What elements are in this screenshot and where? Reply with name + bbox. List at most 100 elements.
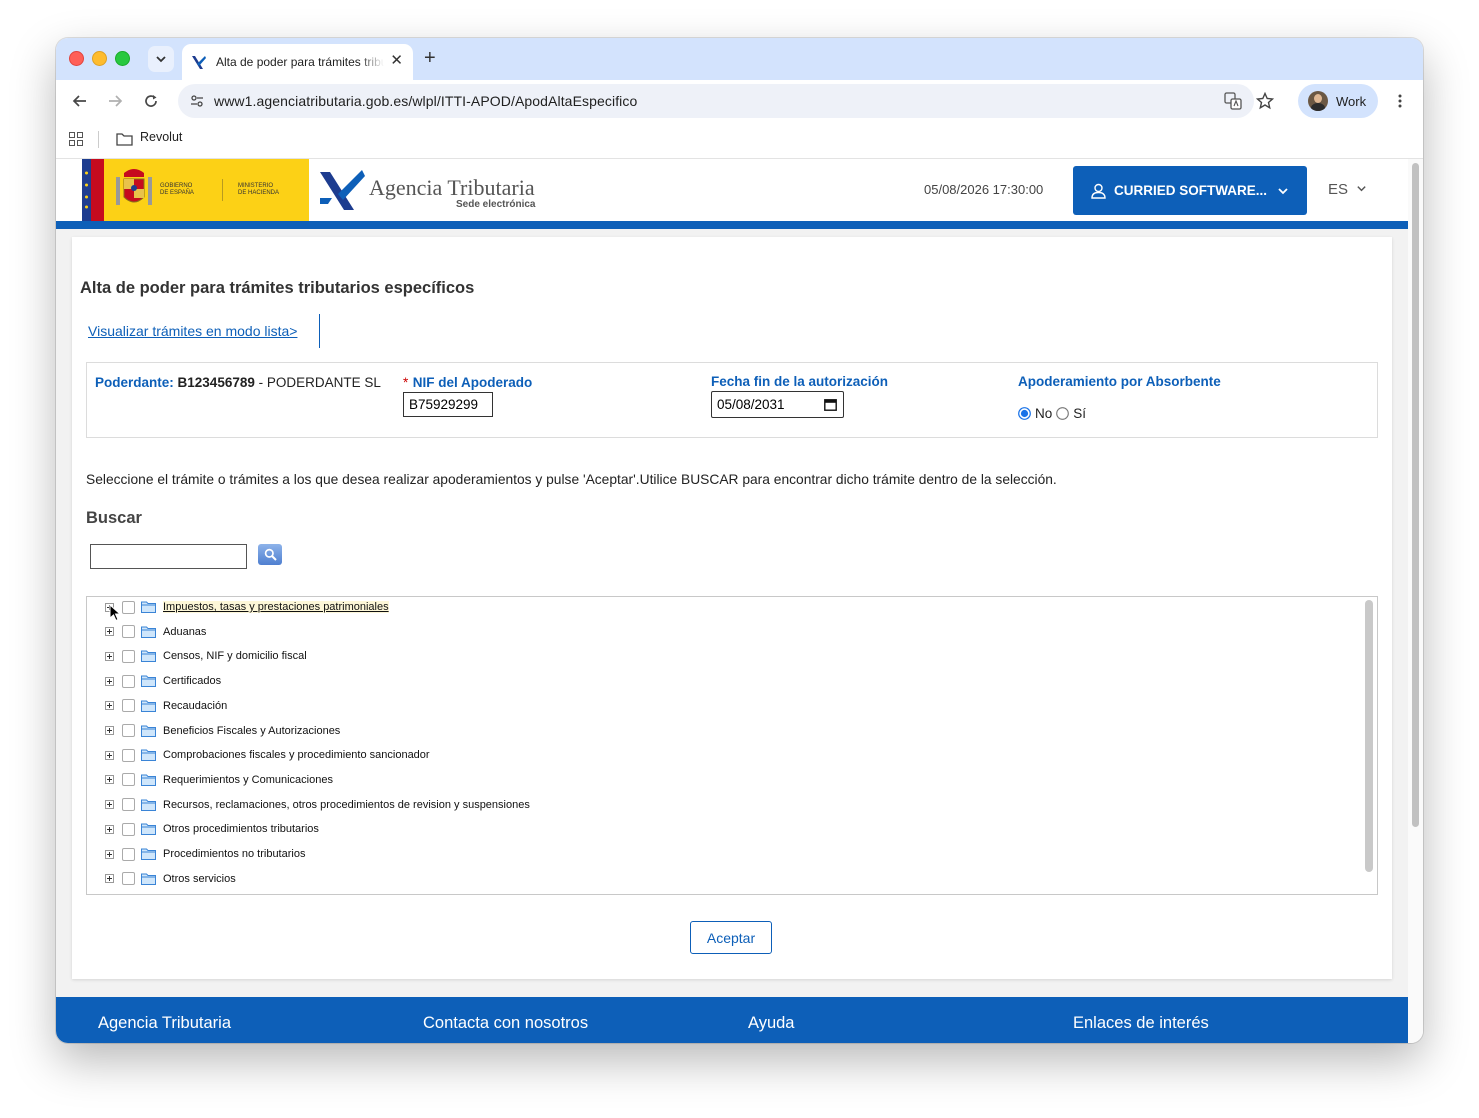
poderdante-info: Poderdante: B123456789 - PODERDANTE SL [95, 374, 390, 391]
page-scrollbar[interactable] [1408, 159, 1423, 1043]
folder-icon [141, 675, 156, 688]
absorbente-label: Apoderamiento por Absorbente [1018, 374, 1221, 389]
active-tab[interactable]: Alta de poder para trámites tributarios … [182, 44, 413, 80]
bookmark-star-icon[interactable] [1256, 92, 1274, 110]
minimize-window-button[interactable] [92, 51, 107, 66]
bookmarks-divider [98, 131, 99, 148]
authorization-form: Poderdante: B123456789 - PODERDANTE SL *… [86, 362, 1378, 438]
calendar-icon[interactable] [824, 398, 837, 411]
maximize-window-button[interactable] [115, 51, 130, 66]
expand-icon[interactable] [105, 800, 114, 810]
expand-icon[interactable] [105, 824, 114, 834]
tree-item-checkbox[interactable] [122, 699, 135, 713]
tree-item[interactable]: Procedimientos no tributarios [105, 844, 305, 864]
back-button[interactable] [70, 91, 90, 111]
required-marker: * [403, 375, 409, 390]
tree-item-checkbox[interactable] [122, 724, 135, 737]
forward-button[interactable] [105, 91, 125, 111]
tree-item[interactable]: Requerimientos y Comunicaciones [105, 770, 333, 790]
tree-item[interactable]: Censos, NIF y domicilio fiscal [105, 646, 307, 666]
search-icon [264, 548, 277, 561]
expand-icon[interactable] [105, 651, 114, 661]
search-button[interactable] [258, 544, 282, 565]
profile-button[interactable]: Work [1298, 84, 1378, 118]
tree-item-checkbox[interactable] [122, 822, 135, 836]
expand-icon[interactable] [105, 701, 114, 711]
tree-item[interactable]: Beneficios Fiscales y Autorizaciones [105, 721, 340, 741]
poderdante-label: Poderdante: [95, 375, 174, 390]
logo-divider [222, 179, 223, 201]
tree-item[interactable]: Aduanas [105, 622, 206, 642]
address-bar[interactable]: www1.agenciatributaria.gob.es/wlpl/ITTI-… [178, 84, 1274, 118]
tree-item-checkbox[interactable] [122, 798, 135, 812]
browser-menu-button[interactable] [1390, 91, 1410, 111]
instructions-text: Seleccione el trámite o trámites a los q… [86, 472, 1057, 487]
tree-item-checkbox[interactable] [122, 748, 135, 762]
translate-icon[interactable] [1224, 92, 1242, 110]
tree-item[interactable]: Otros servicios [105, 869, 236, 889]
buscar-heading: Buscar [86, 509, 142, 527]
tree-item-checkbox[interactable] [122, 773, 135, 787]
tree-item-label: Comprobaciones fiscales y procedimiento … [163, 749, 430, 762]
footer-ayuda[interactable]: Ayuda [748, 1014, 795, 1033]
fecha-value: 05/08/2031 [717, 397, 785, 412]
page-scroll-thumb[interactable] [1412, 163, 1419, 827]
tree-item[interactable]: Comprobaciones fiscales y procedimiento … [105, 745, 430, 765]
apps-grid-icon[interactable] [69, 132, 83, 146]
expand-icon[interactable] [105, 627, 114, 637]
reload-button[interactable] [141, 91, 161, 111]
footer-enlaces[interactable]: Enlaces de interés [1073, 1014, 1209, 1033]
footer-agencia-tributaria[interactable]: Agencia Tributaria [98, 1014, 231, 1033]
min-line-1: MINISTERIO [238, 183, 274, 189]
expand-icon[interactable] [105, 726, 114, 735]
tree-item-checkbox[interactable] [122, 649, 135, 663]
agencia-tributaria-logo-icon[interactable] [318, 168, 366, 212]
radio-no[interactable] [1018, 407, 1031, 420]
tree-item-label: Beneficios Fiscales y Autorizaciones [163, 724, 341, 737]
expand-icon[interactable] [105, 849, 114, 859]
tree-item[interactable]: Certificados [105, 671, 221, 691]
site-settings-icon[interactable] [190, 94, 204, 108]
tree-item[interactable]: Recaudación [105, 696, 227, 716]
tree-item-label: Otros servicios [163, 872, 236, 885]
tree-item-checkbox[interactable] [122, 847, 135, 861]
tab-search-button[interactable] [148, 46, 174, 72]
radio-si[interactable] [1056, 407, 1070, 420]
gobierno-espana-logo[interactable]: GOBIERNO DE ESPAÑA MINISTERIO DE HACIEND… [82, 159, 309, 221]
user-menu-button[interactable]: CURRIED SOFTWARE... [1073, 166, 1307, 215]
footer-contacta[interactable]: Contacta con nosotros [423, 1014, 588, 1033]
ministerio-text: MINISTERIO DE HACIENDA [238, 183, 279, 197]
aceptar-button[interactable]: Aceptar [690, 921, 772, 954]
tree-item-checkbox[interactable] [122, 872, 135, 886]
header-blue-bar [56, 221, 1408, 229]
language-selector[interactable]: ES [1328, 181, 1367, 198]
new-tab-button[interactable]: + [424, 46, 436, 70]
search-input[interactable] [90, 544, 247, 569]
folder-icon [141, 749, 156, 762]
expand-icon[interactable] [105, 750, 114, 760]
fecha-fin-input[interactable]: 05/08/2031 [711, 391, 844, 418]
tramites-tree: Impuestos, tasas y prestaciones patrimon… [86, 596, 1378, 895]
tree-item[interactable]: Recursos, reclamaciones, otros procedimi… [105, 795, 530, 815]
tree-item-checkbox[interactable] [122, 600, 135, 614]
list-mode-link[interactable]: Visualizar trámites en modo lista> [88, 323, 297, 339]
bookmark-revolut[interactable]: Revolut [140, 130, 182, 144]
expand-icon[interactable] [105, 775, 114, 785]
nif-label: NIF del Apoderado [412, 375, 533, 390]
folder-icon [141, 725, 156, 737]
tree-item-checkbox[interactable] [122, 674, 135, 688]
tree-item[interactable]: Otros procedimientos tributarios [105, 819, 319, 839]
tree-item-label: Procedimientos no tributarios [163, 848, 306, 860]
tree-item-checkbox[interactable] [122, 625, 135, 639]
main-content: Alta de poder para trámites tributarios … [72, 237, 1392, 979]
expand-icon[interactable] [105, 676, 114, 686]
forward-arrow-icon [109, 95, 123, 107]
eu-stars-icon [85, 171, 88, 209]
tree-scrollbar[interactable] [1365, 600, 1373, 872]
expand-icon[interactable] [105, 874, 114, 884]
tree-item[interactable]: Impuestos, tasas y prestaciones patrimon… [105, 597, 389, 617]
close-window-button[interactable] [69, 51, 84, 66]
close-tab-icon[interactable]: ✕ [390, 53, 403, 69]
nif-apoderado-input[interactable]: B75929299 [403, 392, 493, 417]
tab-strip: Alta de poder para trámites tributarios … [56, 38, 1423, 80]
